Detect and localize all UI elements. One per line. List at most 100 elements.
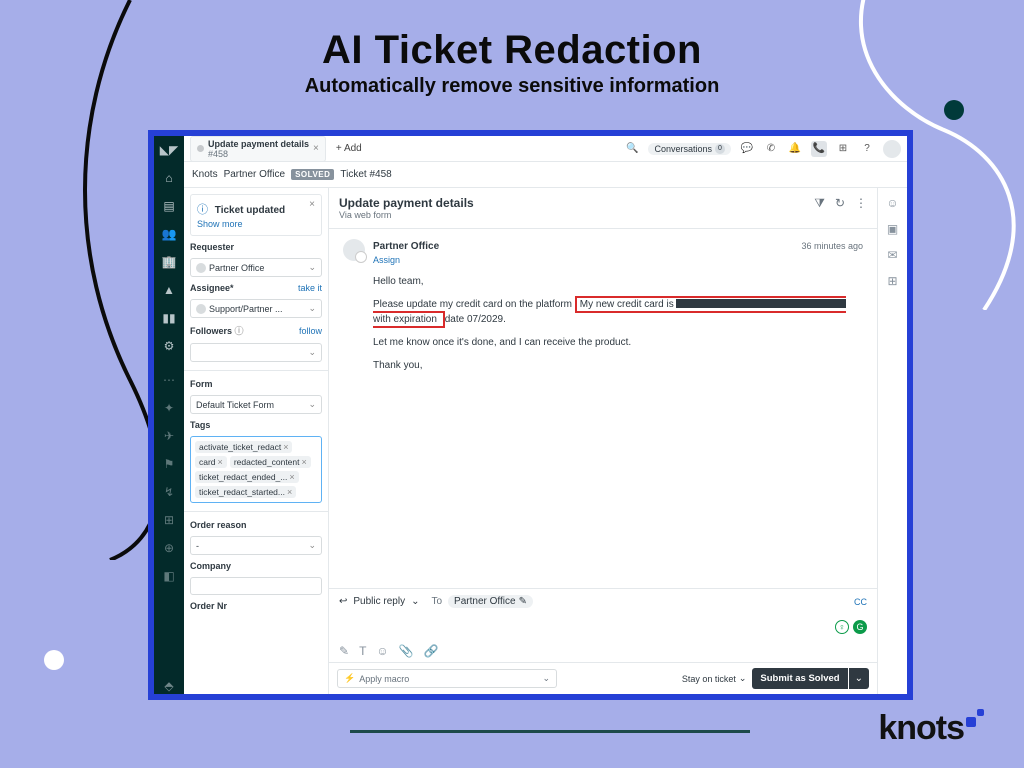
company-input[interactable] bbox=[190, 577, 322, 595]
form-value: Default Ticket Form bbox=[196, 400, 274, 410]
form-select[interactable]: Default Ticket Form ⌄ bbox=[190, 395, 322, 414]
knowledge-icon[interactable]: ▣ bbox=[887, 222, 898, 236]
sender-name[interactable]: Partner Office bbox=[373, 239, 439, 254]
nav-item[interactable]: ⊕ bbox=[161, 540, 177, 556]
apply-macro-select[interactable]: ⚡ Apply macro ⌄ bbox=[337, 669, 557, 688]
edit-icon[interactable]: ✎ bbox=[519, 596, 527, 607]
info-icon[interactable]: ⓘ bbox=[235, 326, 244, 336]
ticket-title: Update payment details bbox=[339, 196, 474, 210]
remove-tag-icon[interactable]: × bbox=[283, 442, 288, 452]
composer[interactable]: ♀ G ✎ T ☺ 📎 🔗 bbox=[329, 614, 877, 662]
assignee-select[interactable]: Support/Partner ... ⌄ bbox=[190, 299, 322, 318]
apps-icon[interactable]: ⊞ bbox=[835, 141, 851, 157]
requester-label: Requester bbox=[190, 242, 234, 252]
chevron-down-icon: ⌄ bbox=[308, 540, 316, 551]
nav-item[interactable]: ↯ bbox=[161, 484, 177, 500]
crumb-ticket[interactable]: Ticket #458 bbox=[340, 169, 391, 180]
crumb-org[interactable]: Knots bbox=[192, 169, 218, 180]
link-icon[interactable]: 🔗 bbox=[424, 644, 439, 658]
crumb-requester[interactable]: Partner Office bbox=[224, 169, 286, 180]
org-icon[interactable]: 🏢 bbox=[161, 254, 177, 270]
message-line: Hello team, bbox=[373, 274, 863, 289]
close-tab-icon[interactable]: × bbox=[313, 143, 319, 154]
emoji-icon[interactable]: ☺ bbox=[376, 644, 388, 658]
tags-label: Tags bbox=[190, 420, 210, 430]
recipient-chip[interactable]: Partner Office ✎ bbox=[448, 595, 533, 608]
requester-select[interactable]: Partner Office ⌄ bbox=[190, 258, 322, 277]
followers-select[interactable]: ⌄ bbox=[190, 343, 322, 362]
grid-icon[interactable]: ⊞ bbox=[887, 274, 897, 288]
home-icon[interactable]: ⌂ bbox=[161, 170, 177, 186]
bell-icon[interactable]: 🔔 bbox=[787, 141, 803, 157]
logo-icon[interactable]: ◣◤ bbox=[161, 142, 177, 158]
format-icon[interactable]: ✎ bbox=[339, 644, 349, 658]
ticket-tab[interactable]: Update payment details #458 × bbox=[190, 136, 326, 162]
chevron-down-icon[interactable]: ⌄ bbox=[411, 596, 419, 607]
more-icon[interactable]: ⋮ bbox=[855, 196, 867, 211]
conversations-pill[interactable]: Conversations 0 bbox=[648, 143, 731, 155]
inbox-icon[interactable]: ▤ bbox=[161, 198, 177, 214]
help-icon[interactable]: ? bbox=[859, 141, 875, 157]
text-icon[interactable]: T bbox=[359, 644, 366, 658]
tags-input[interactable]: activate_ticket_redact× card× redacted_c… bbox=[190, 436, 322, 503]
admin-icon[interactable]: ⚙ bbox=[161, 338, 177, 354]
grammarly-icon[interactable]: G bbox=[853, 620, 867, 634]
nav-item[interactable]: ✦ bbox=[161, 400, 177, 416]
remove-tag-icon[interactable]: × bbox=[287, 487, 292, 497]
search-icon[interactable]: 🔍 bbox=[624, 141, 640, 157]
order-reason-select[interactable]: - ⌄ bbox=[190, 536, 322, 555]
nav-item[interactable]: ⚑ bbox=[161, 456, 177, 472]
show-more-link[interactable]: Show more bbox=[197, 219, 315, 229]
chat-icon[interactable]: 💬 bbox=[739, 141, 755, 157]
apps-icon-sm[interactable]: ✉ bbox=[887, 248, 897, 262]
reports-icon[interactable]: ▮▮ bbox=[161, 310, 177, 326]
phone-icon[interactable]: 📞 bbox=[811, 141, 827, 157]
remove-tag-icon[interactable]: × bbox=[302, 457, 307, 467]
message: Partner Office 36 minutes ago Assign Hel… bbox=[329, 229, 877, 383]
order-reason-value: - bbox=[196, 541, 199, 551]
grammarly-icon[interactable]: ♀ bbox=[835, 620, 849, 634]
submit-button[interactable]: Submit as Solved bbox=[752, 668, 847, 689]
nav-item[interactable]: ⊞ bbox=[161, 512, 177, 528]
remove-tag-icon[interactable]: × bbox=[218, 457, 223, 467]
conversations-label: Conversations bbox=[654, 144, 712, 154]
assign-link[interactable]: Assign bbox=[373, 254, 863, 268]
brand-logo: knots bbox=[878, 709, 984, 748]
submit-dropdown[interactable]: ⌄ bbox=[849, 668, 869, 689]
views-icon[interactable]: ▲ bbox=[161, 282, 177, 298]
chevron-down-icon: ⌄ bbox=[739, 673, 747, 684]
nav-item[interactable]: ✈ bbox=[161, 428, 177, 444]
sender-avatar[interactable] bbox=[343, 239, 365, 261]
take-it-link[interactable]: take it bbox=[298, 283, 322, 293]
zendesk-icon[interactable]: ⬘ bbox=[161, 678, 177, 694]
order-reason-label: Order reason bbox=[190, 520, 247, 530]
reply-mode[interactable]: Public reply bbox=[353, 596, 405, 607]
requester-value: Partner Office bbox=[209, 263, 264, 273]
message-line: Thank you, bbox=[373, 358, 863, 373]
tag: activate_ticket_redact× bbox=[195, 441, 292, 453]
top-bar: Update payment details #458 × + Add 🔍 Co… bbox=[184, 136, 907, 162]
people-icon[interactable]: 👥 bbox=[161, 226, 177, 242]
remove-tag-icon[interactable]: × bbox=[289, 472, 294, 482]
history-icon[interactable]: ↻ bbox=[835, 196, 845, 211]
tag: redacted_content× bbox=[230, 456, 311, 468]
form-label: Form bbox=[190, 379, 213, 389]
filter-icon[interactable]: ⧩ bbox=[814, 196, 825, 211]
attachment-icon[interactable]: 📎 bbox=[399, 644, 414, 658]
alert-title: Ticket updated bbox=[215, 205, 285, 216]
nav-item[interactable]: ◧ bbox=[161, 568, 177, 584]
add-tab-button[interactable]: + Add bbox=[332, 143, 366, 154]
nav-item[interactable]: ⋯ bbox=[161, 372, 177, 388]
user-icon[interactable]: ☺ bbox=[886, 196, 898, 210]
call-icon[interactable]: ✆ bbox=[763, 141, 779, 157]
order-nr-label: Order Nr bbox=[190, 601, 227, 611]
ticket-footer: ⚡ Apply macro ⌄ Stay on ticket ⌄ Submit … bbox=[329, 662, 877, 694]
close-icon[interactable]: × bbox=[309, 199, 315, 210]
stay-on-ticket-toggle[interactable]: Stay on ticket ⌄ bbox=[682, 673, 747, 684]
chevron-down-icon: ⌄ bbox=[308, 347, 316, 358]
cc-link[interactable]: CC bbox=[854, 597, 867, 607]
reply-bar: ↩ Public reply ⌄ To Partner Office ✎ CC bbox=[329, 588, 877, 614]
message-line: Let me know once it's done, and I can re… bbox=[373, 335, 863, 350]
follow-link[interactable]: follow bbox=[299, 326, 322, 336]
profile-avatar[interactable] bbox=[883, 140, 901, 158]
